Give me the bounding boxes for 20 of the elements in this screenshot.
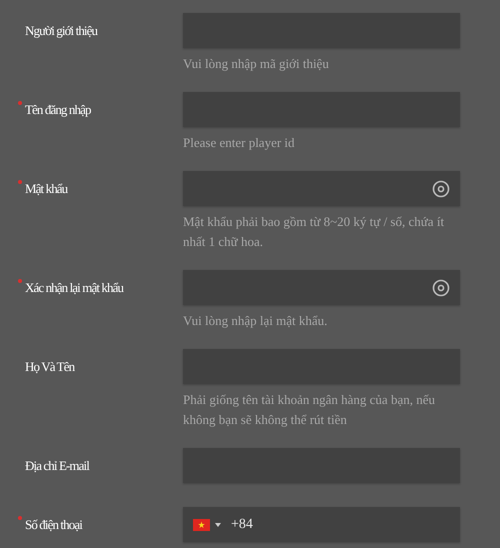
field-label: Số điện thoại: [25, 516, 82, 532]
eye-icon[interactable]: [432, 180, 450, 198]
field-hint: Please enter player id: [183, 134, 296, 152]
field-hint: Mật khẩu phải bao gồm từ 8~20 ký tự / số, chứa ít nhất 1 chữ hoa.: [183, 213, 446, 251]
field-label: Họ Và Tên: [25, 358, 74, 374]
field-label: Tên đăng nhập: [25, 102, 91, 118]
field-label: Địa chỉ E-mail: [25, 458, 89, 474]
field-label: Người giới thiệu: [25, 22, 98, 38]
caret-icon[interactable]: [215, 522, 221, 526]
field-hint: Vui lòng nhập mã giới thiệu: [183, 55, 330, 73]
password-field[interactable]: [183, 171, 460, 206]
field-label: Mật khẩu: [25, 180, 68, 196]
phone-field[interactable]: +84: [183, 507, 460, 542]
field-hint: Phải giống tên tài khoản ngân hàng của bạn, nếu không bạn sẽ không thể rút tiền: [183, 391, 436, 429]
password-field[interactable]: [183, 270, 460, 305]
eye-icon[interactable]: [432, 278, 450, 296]
field-hint: Vui lòng nhập lại mật khẩu.: [183, 312, 328, 330]
flag-icon[interactable]: [193, 518, 210, 530]
country-code: +84: [231, 516, 253, 532]
field-label: Xác nhận lại mật khẩu: [25, 280, 124, 296]
